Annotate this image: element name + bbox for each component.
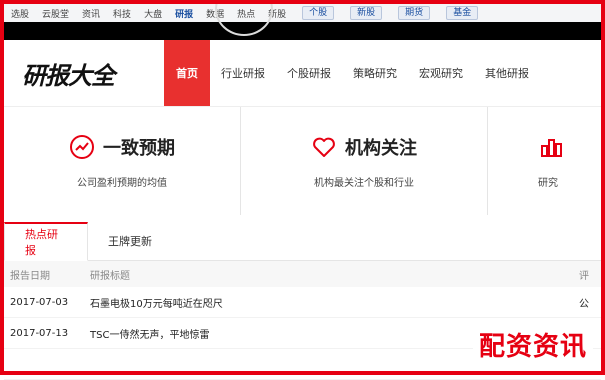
heart-icon — [313, 137, 335, 157]
column-header-rating: 评 — [579, 270, 589, 282]
watermark-text: 配资资讯 — [472, 326, 593, 363]
portal-nav-item[interactable]: 大盘 — [144, 7, 162, 20]
nav-item-strategy[interactable]: 策略研究 — [342, 40, 408, 106]
main-nav: 首页 行业研报 个股研报 策略研究 宏观研究 其他研报 — [164, 40, 540, 106]
portal-button[interactable]: 基金 — [446, 6, 479, 20]
feature-subtitle: 机构最关注个股和行业 — [314, 177, 414, 189]
feature-title: 机构关注 — [345, 137, 417, 159]
bar-chart-icon — [541, 138, 562, 157]
portal-nav-item[interactable]: 资讯 — [82, 7, 100, 20]
tab-hot-reports[interactable]: 热点研报 — [4, 222, 88, 261]
row-title-link[interactable]: 石墨电极10万元每吨近在咫尺 — [84, 295, 579, 310]
portal-nav-item[interactable]: 云股堂 — [42, 7, 69, 20]
table-row[interactable]: 2017-07-03 石墨电极10万元每吨近在咫尺 公 — [4, 287, 601, 318]
portal-nav-item-active[interactable]: 研报 — [175, 7, 193, 20]
feature-title: 一致预期 — [103, 137, 175, 159]
feature-cards: 一致预期 公司盈利预期的均值 机构关注 机构最关注个股和行业 研究 — [4, 106, 603, 215]
site-logo[interactable]: 研报大全 — [4, 40, 164, 106]
nav-item-home[interactable]: 首页 — [164, 40, 210, 106]
nav-item-macro[interactable]: 宏观研究 — [408, 40, 474, 106]
portal-button[interactable]: 期货 — [398, 6, 431, 20]
report-tabs: 热点研报 王牌更新 — [4, 222, 601, 261]
site-header: 研报大全 首页 行业研报 个股研报 策略研究 宏观研究 其他研报 — [4, 40, 601, 106]
trend-circle-icon — [70, 134, 94, 159]
table-header: 报告日期 研报标题 评 — [4, 261, 601, 287]
portal-nav-item[interactable]: 选股 — [11, 7, 29, 20]
portal-nav-item[interactable]: 科技 — [113, 7, 131, 20]
portal-top-nav: 选股 云股堂 资讯 科技 大盘 研报 数据 热点 新股 个股 新股 期货 基金 — [4, 4, 601, 22]
nav-item-stock[interactable]: 个股研报 — [276, 40, 342, 106]
tab-ace-updates[interactable]: 王牌更新 — [88, 222, 172, 260]
feature-subtitle: 研究 — [538, 177, 558, 189]
portal-button[interactable]: 新股 — [350, 6, 383, 20]
column-header-date: 报告日期 — [10, 270, 50, 282]
feature-card-research[interactable]: 研究 — [488, 107, 603, 215]
nav-item-other[interactable]: 其他研报 — [474, 40, 540, 106]
row-date: 2017-07-03 — [10, 296, 69, 308]
row-date: 2017-07-13 — [10, 327, 69, 339]
feature-card-consensus[interactable]: 一致预期 公司盈利预期的均值 — [4, 107, 241, 215]
feature-card-institution[interactable]: 机构关注 机构最关注个股和行业 — [241, 107, 488, 215]
feature-subtitle: 公司盈利预期的均值 — [77, 177, 167, 189]
row-rating: 公 — [579, 298, 589, 310]
column-header-title: 研报标题 — [90, 270, 130, 282]
black-banner — [4, 22, 601, 40]
nav-item-industry[interactable]: 行业研报 — [210, 40, 276, 106]
portal-button[interactable]: 个股 — [302, 6, 335, 20]
